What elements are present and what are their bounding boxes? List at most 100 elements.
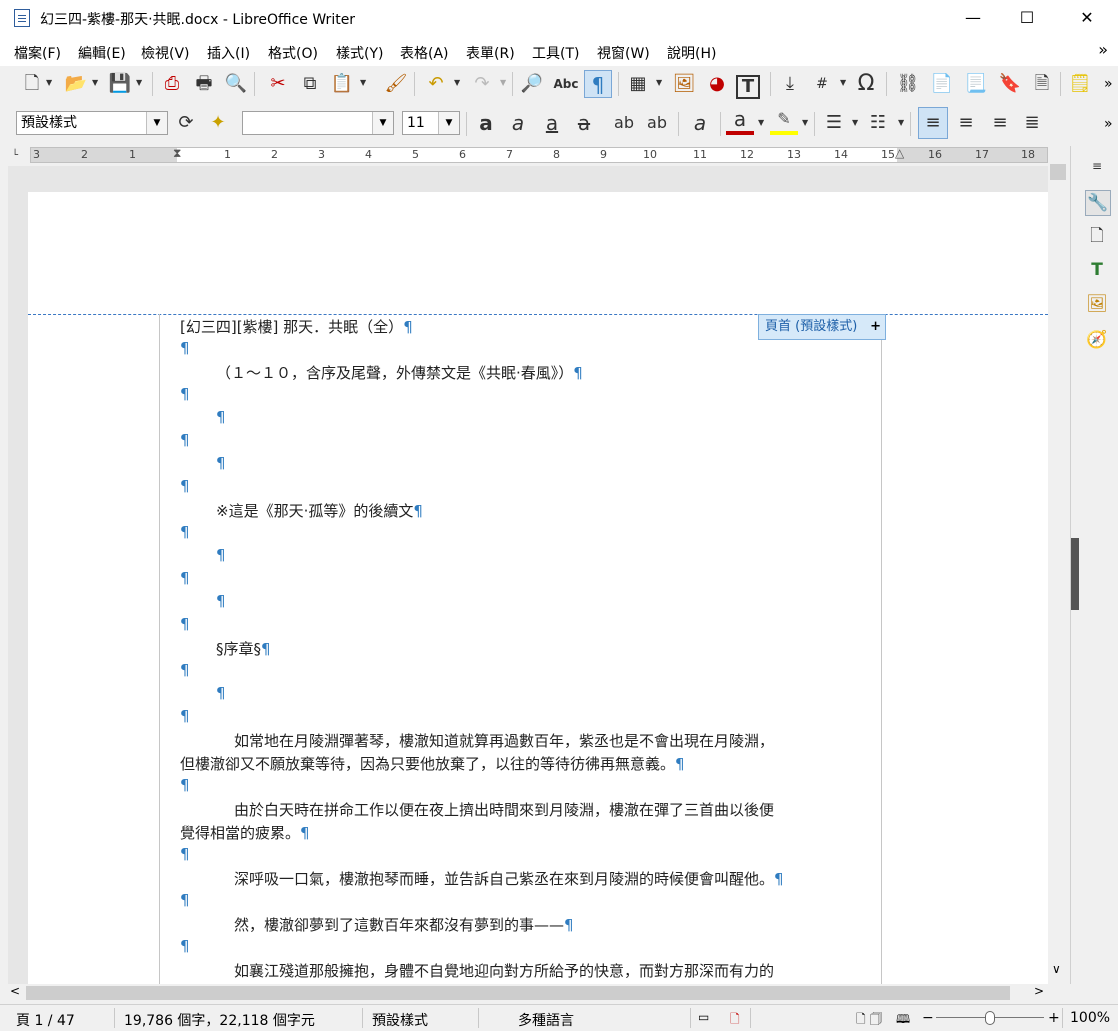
document-canvas[interactable]: 頁首 (預設樣式) + [幻三四][紫樓] 那天．共眠（全）¶ ¶ （１～１０，含序…	[8, 166, 1048, 984]
empty-paragraph-mark[interactable]: ¶	[180, 661, 190, 679]
find-replace-icon[interactable]: 🔎	[518, 70, 546, 98]
chevron-down-icon[interactable]: ▼	[656, 78, 662, 87]
underline-icon[interactable]: a	[538, 109, 566, 137]
empty-paragraph-mark[interactable]: ¶	[180, 845, 190, 863]
close-button[interactable]: ✕	[1064, 0, 1110, 36]
menu-form[interactable]: 表單(R)	[466, 43, 515, 63]
book-view-icon[interactable]: 🕮	[896, 1010, 910, 1031]
undo-icon[interactable]: ↶	[422, 70, 450, 98]
align-left-icon[interactable]: ≡	[918, 107, 948, 139]
menu-file[interactable]: 檔案(F)	[14, 43, 61, 63]
scroll-right-icon[interactable]: >	[1034, 984, 1044, 998]
chart-icon[interactable]: ◕	[703, 70, 731, 98]
font-size-box[interactable]: 11 ▼	[402, 111, 460, 135]
superscript-icon[interactable]: ab	[610, 109, 638, 137]
justify-icon[interactable]: ≣	[1018, 109, 1046, 137]
special-character-icon[interactable]: Ω	[852, 70, 880, 98]
empty-paragraph-mark[interactable]: ¶	[180, 891, 190, 909]
scrollbar-thumb[interactable]	[1050, 164, 1066, 180]
clone-formatting-icon[interactable]: 🖌	[382, 70, 410, 98]
chevron-down-icon[interactable]: ▼	[840, 78, 846, 87]
document-line[interactable]: 如襄江殘道那般擁抱，身體不自覺地迎向對方所給予的快意，而對方那深而有力的	[234, 960, 774, 981]
sidebar-collapse-handle[interactable]	[1071, 538, 1079, 610]
comment-icon[interactable]: 🗒	[1066, 70, 1094, 98]
navigator-icon[interactable]: 🧭	[1085, 328, 1109, 352]
zoom-in-icon[interactable]: +	[1048, 1010, 1060, 1026]
empty-paragraph-mark[interactable]: ¶	[180, 615, 190, 633]
header-badge[interactable]: 頁首 (預設樣式) +	[758, 314, 886, 340]
empty-paragraph-mark[interactable]: ¶	[180, 776, 190, 794]
highlight-icon[interactable]: ✎	[770, 107, 798, 135]
chevron-down-icon[interactable]: ▼	[360, 78, 366, 87]
right-indent-marker-icon[interactable]: △	[895, 146, 904, 160]
print-preview-icon[interactable]: 🔍	[222, 70, 250, 98]
menu-view[interactable]: 檢視(V)	[141, 43, 190, 63]
menu-overflow-icon[interactable]: »	[1098, 40, 1108, 59]
toolbar-overflow-icon[interactable]: »	[1104, 116, 1113, 132]
chevron-down-icon[interactable]: ▼	[438, 112, 459, 134]
page-icon[interactable]: 🗋	[1085, 224, 1109, 248]
paragraph-style-box[interactable]: 預設樣式 ▼	[16, 111, 168, 135]
numbered-list-icon[interactable]: ☷	[864, 109, 892, 137]
spellcheck-icon[interactable]: Abc	[552, 70, 580, 98]
chevron-down-icon[interactable]: ▼	[136, 78, 142, 87]
empty-paragraph-mark[interactable]: ¶	[180, 937, 190, 955]
language-status[interactable]: 多種語言	[518, 1010, 574, 1030]
empty-paragraph-mark[interactable]: ¶	[180, 707, 190, 725]
table-icon[interactable]: ▦	[624, 70, 652, 98]
page-indicator[interactable]: 頁 1 / 47	[16, 1010, 75, 1030]
empty-paragraph-mark[interactable]: ¶	[216, 454, 226, 472]
page-break-icon[interactable]: ⤓	[776, 70, 804, 98]
multi-page-view-icon[interactable]: 🗍	[870, 1010, 882, 1031]
font-color-icon[interactable]: a	[726, 107, 754, 135]
minimize-button[interactable]: —	[950, 0, 996, 36]
horizontal-scrollbar[interactable]: < >	[8, 984, 1048, 1002]
scroll-down-icon[interactable]: ∨	[1052, 962, 1061, 976]
update-style-icon[interactable]: ⟳	[172, 109, 200, 137]
single-page-view-icon[interactable]: 🗋	[856, 1010, 866, 1031]
cut-icon[interactable]: ✂	[264, 70, 292, 98]
font-name-box[interactable]: ▼	[242, 111, 394, 135]
cross-reference-icon[interactable]: 🗎	[1028, 70, 1056, 98]
menu-edit[interactable]: 編輯(E)	[78, 43, 126, 63]
document-line[interactable]: 由於白天時在拼命工作以便在夜上擠出時間來到月陵淵，樓澈在彈了三首曲以後便	[234, 799, 774, 820]
document-line[interactable]: 覺得相當的疲累。¶	[180, 822, 310, 843]
empty-paragraph-mark[interactable]: ¶	[180, 339, 190, 357]
document-line[interactable]: ※這是《那天‧孤等》的後續文¶	[216, 500, 423, 521]
export-pdf-icon[interactable]: ⎙	[158, 70, 186, 98]
document-line[interactable]: §序章§¶	[216, 638, 271, 659]
word-count[interactable]: 19,786 個字，22,118 個字元	[124, 1010, 315, 1030]
paste-icon[interactable]: 📋	[328, 70, 356, 98]
page-style-status[interactable]: 預設樣式	[372, 1010, 428, 1030]
menu-help[interactable]: 說明(H)	[667, 43, 716, 63]
empty-paragraph-mark[interactable]: ¶	[216, 408, 226, 426]
empty-paragraph-mark[interactable]: ¶	[216, 684, 226, 702]
empty-paragraph-mark[interactable]: ¶	[180, 569, 190, 587]
print-icon[interactable]: 🖶	[190, 70, 218, 98]
document-line[interactable]: [幻三四][紫樓] 那天．共眠（全）¶	[180, 316, 413, 337]
menu-table[interactable]: 表格(A)	[400, 43, 449, 63]
chevron-down-icon[interactable]: ▼	[372, 112, 393, 134]
empty-paragraph-mark[interactable]: ¶	[180, 477, 190, 495]
zoom-slider-knob[interactable]	[985, 1011, 995, 1025]
gallery-icon[interactable]: 🖼	[1085, 292, 1109, 316]
empty-paragraph-mark[interactable]: ¶	[216, 592, 226, 610]
field-icon[interactable]: #	[808, 70, 836, 98]
align-center-icon[interactable]: ≡	[952, 109, 980, 137]
open-folder-icon[interactable]: 📂	[62, 70, 90, 98]
empty-paragraph-mark[interactable]: ¶	[180, 385, 190, 403]
menu-insert[interactable]: 插入(I)	[207, 43, 250, 63]
strikethrough-icon[interactable]: a	[570, 109, 598, 137]
insert-mode-icon[interactable]: ▭	[698, 1010, 709, 1024]
vertical-scrollbar[interactable]: ∨	[1048, 146, 1070, 984]
empty-paragraph-mark[interactable]: ¶	[180, 431, 190, 449]
document-line[interactable]: 如常地在月陵淵彈著琴，樓澈知道就算再過數百年，紫丞也是不會出現在月陵淵，	[234, 730, 774, 751]
chevron-down-icon[interactable]: ▼	[454, 78, 460, 87]
empty-paragraph-mark[interactable]: ¶	[180, 523, 190, 541]
chevron-down-icon[interactable]: ▼	[802, 118, 808, 127]
subscript-icon[interactable]: ab	[643, 109, 671, 137]
hyperlink-icon[interactable]: ⛓	[894, 70, 922, 98]
document-line[interactable]: 但樓澈卻又不願放棄等待，因為只要他放棄了，以往的等待彷彿再無意義。¶	[180, 753, 685, 774]
properties-icon[interactable]: 🔧	[1085, 190, 1111, 216]
document-line[interactable]: （１～１０，含序及尾聲，外傳禁文是《共眠‧春風》）¶	[216, 362, 583, 383]
